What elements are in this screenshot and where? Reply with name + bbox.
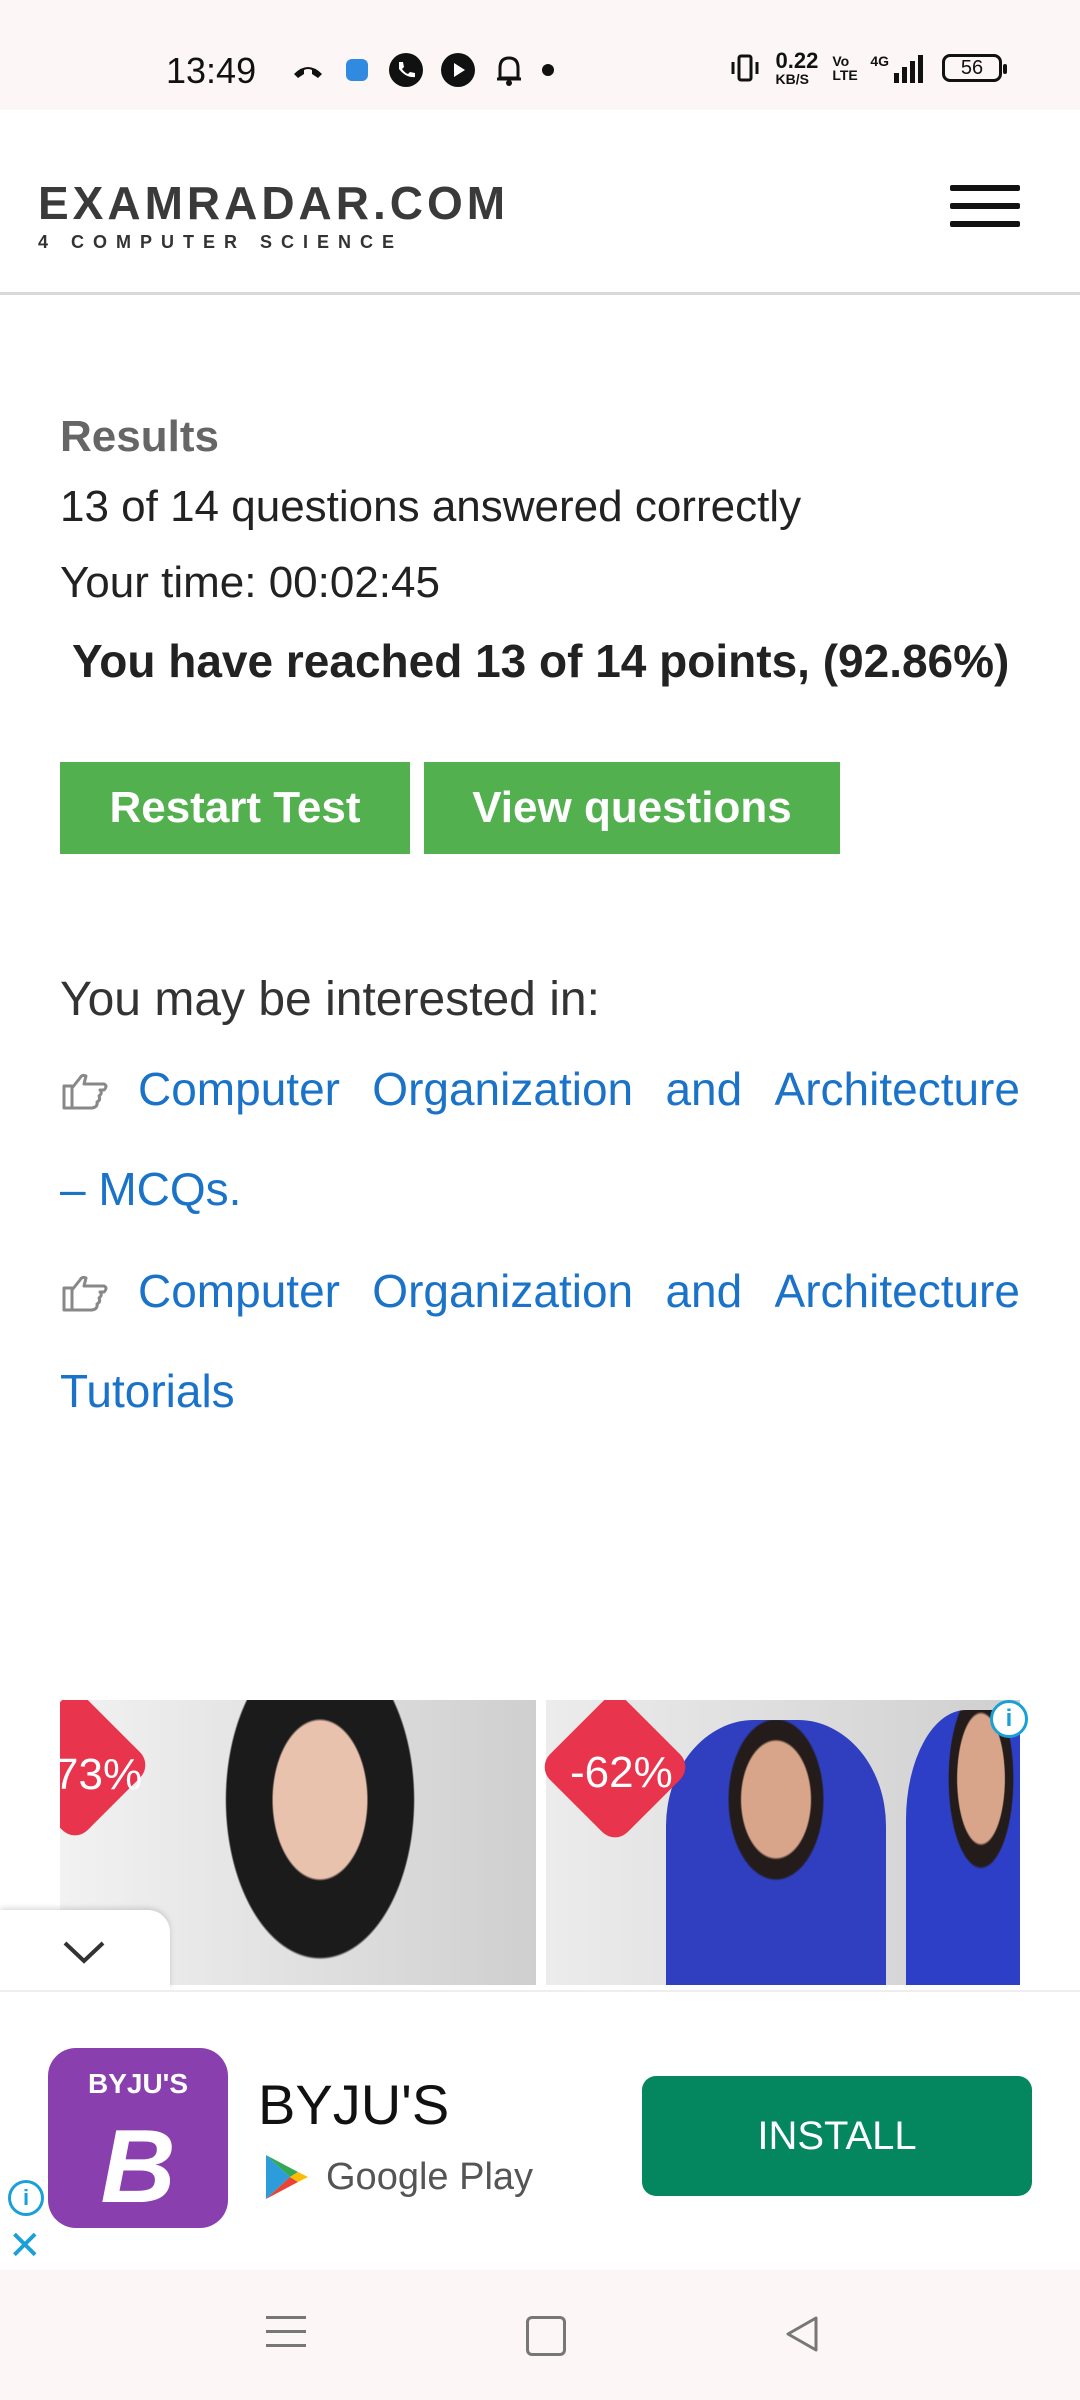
google-play-badge: Google Play: [262, 2152, 533, 2202]
chevron-down-icon: [63, 1941, 105, 1964]
system-nav-bar: [0, 2270, 1080, 2400]
app-icon-brand: BYJU'S: [87, 2068, 189, 2099]
volte-indicator: Vo LTE: [832, 53, 858, 83]
points-summary: You have reached 13 of 14 points, (92.86…: [72, 635, 1010, 687]
collapse-ad-button[interactable]: [0, 1910, 170, 1990]
app-icon[interactable]: BYJU'S B: [48, 2048, 228, 2228]
network-speed: 0.22 KB/S: [775, 48, 819, 87]
link-continuation: Tutorials: [60, 1365, 235, 1417]
link-word: Organization: [372, 1265, 634, 1317]
close-ad-icon[interactable]: ✕: [8, 2226, 42, 2266]
network-speed-unit: KB/S: [775, 71, 809, 87]
install-button[interactable]: INSTALL: [642, 2076, 1032, 2196]
link-word: and: [665, 1063, 743, 1115]
site-header: EXAMRADAR.COM 4 COMPUTER SCIENCE: [0, 110, 1080, 295]
interested-heading: You may be interested in:: [60, 973, 600, 1026]
app-name[interactable]: BYJU'S: [258, 2072, 449, 2137]
time-taken-text: Your time: 00:02:45: [60, 558, 440, 607]
ad-choices-icon[interactable]: i: [8, 2180, 44, 2216]
link-word: Organization: [372, 1063, 634, 1115]
recent-apps-button[interactable]: [266, 2316, 306, 2358]
app-icon-letter: B: [100, 2109, 176, 2225]
bell-icon: [497, 56, 521, 86]
battery-icon: 56: [942, 54, 1007, 82]
product-ad-banner[interactable]: 73% -62%: [60, 1700, 1020, 1985]
vibrate-icon: [731, 54, 759, 82]
notification-icons: [290, 52, 554, 88]
site-logo[interactable]: EXAMRADAR.COM: [38, 176, 509, 230]
discount-label-2: -62%: [570, 1748, 673, 1797]
ad-model-image: [210, 1700, 430, 1985]
play-icon: [441, 53, 475, 87]
store-name: Google Play: [326, 2155, 534, 2198]
back-button[interactable]: [782, 2314, 822, 2354]
google-play-icon: [266, 2155, 308, 2199]
ad-model-image: [666, 1720, 886, 1985]
link-word: Computer: [138, 1265, 340, 1317]
missed-call-icon: [294, 67, 322, 78]
thumbs-right-icon: [62, 1073, 108, 1110]
status-bar: 13:49 0.22 KB/S Vo LTE 4G 56: [0, 0, 1080, 110]
battery-level: 56: [960, 56, 984, 79]
phone-call-icon: [389, 53, 423, 87]
network-speed-value: 0.22: [775, 48, 819, 73]
results-title: Results: [60, 412, 219, 461]
restart-test-button[interactable]: Restart Test: [60, 762, 410, 854]
link-word: and: [665, 1265, 743, 1317]
status-time: 13:49: [166, 50, 257, 91]
app-notification-icon: [346, 59, 368, 81]
ad-info-icon[interactable]: i: [990, 1700, 1028, 1738]
home-button[interactable]: [526, 2316, 566, 2356]
more-notifications-icon: [542, 64, 554, 76]
discount-label-1: 73%: [60, 1750, 143, 1799]
system-icons: 0.22 KB/S Vo LTE 4G 56: [729, 48, 1007, 87]
app-install-ad[interactable]: BYJU'S B BYJU'S Google Play INSTALL: [0, 1990, 1080, 2272]
signal-icon: [894, 55, 923, 83]
menu-icon[interactable]: [950, 185, 1020, 227]
thumbs-right-icon: [62, 1275, 108, 1312]
link-line: Computer Organization and Architecture: [138, 1264, 1020, 1318]
correct-answers-text: 13 of 14 questions answered correctly: [60, 482, 802, 531]
network-type: 4G: [870, 53, 889, 69]
site-logo-tagline: 4 COMPUTER SCIENCE: [38, 232, 404, 252]
signal-indicator: 4G: [870, 53, 928, 83]
link-continuation: – MCQs.: [60, 1163, 242, 1215]
ad-model-image: [906, 1710, 1020, 1985]
link-word: Architecture: [774, 1063, 1020, 1115]
ad-product-image-2[interactable]: -62%: [537, 1700, 1020, 1985]
link-word: Architecture: [774, 1265, 1020, 1317]
link-word: Computer: [138, 1063, 340, 1115]
view-questions-button[interactable]: View questions: [424, 762, 840, 854]
link-line: Computer Organization and Architecture: [138, 1062, 1020, 1116]
